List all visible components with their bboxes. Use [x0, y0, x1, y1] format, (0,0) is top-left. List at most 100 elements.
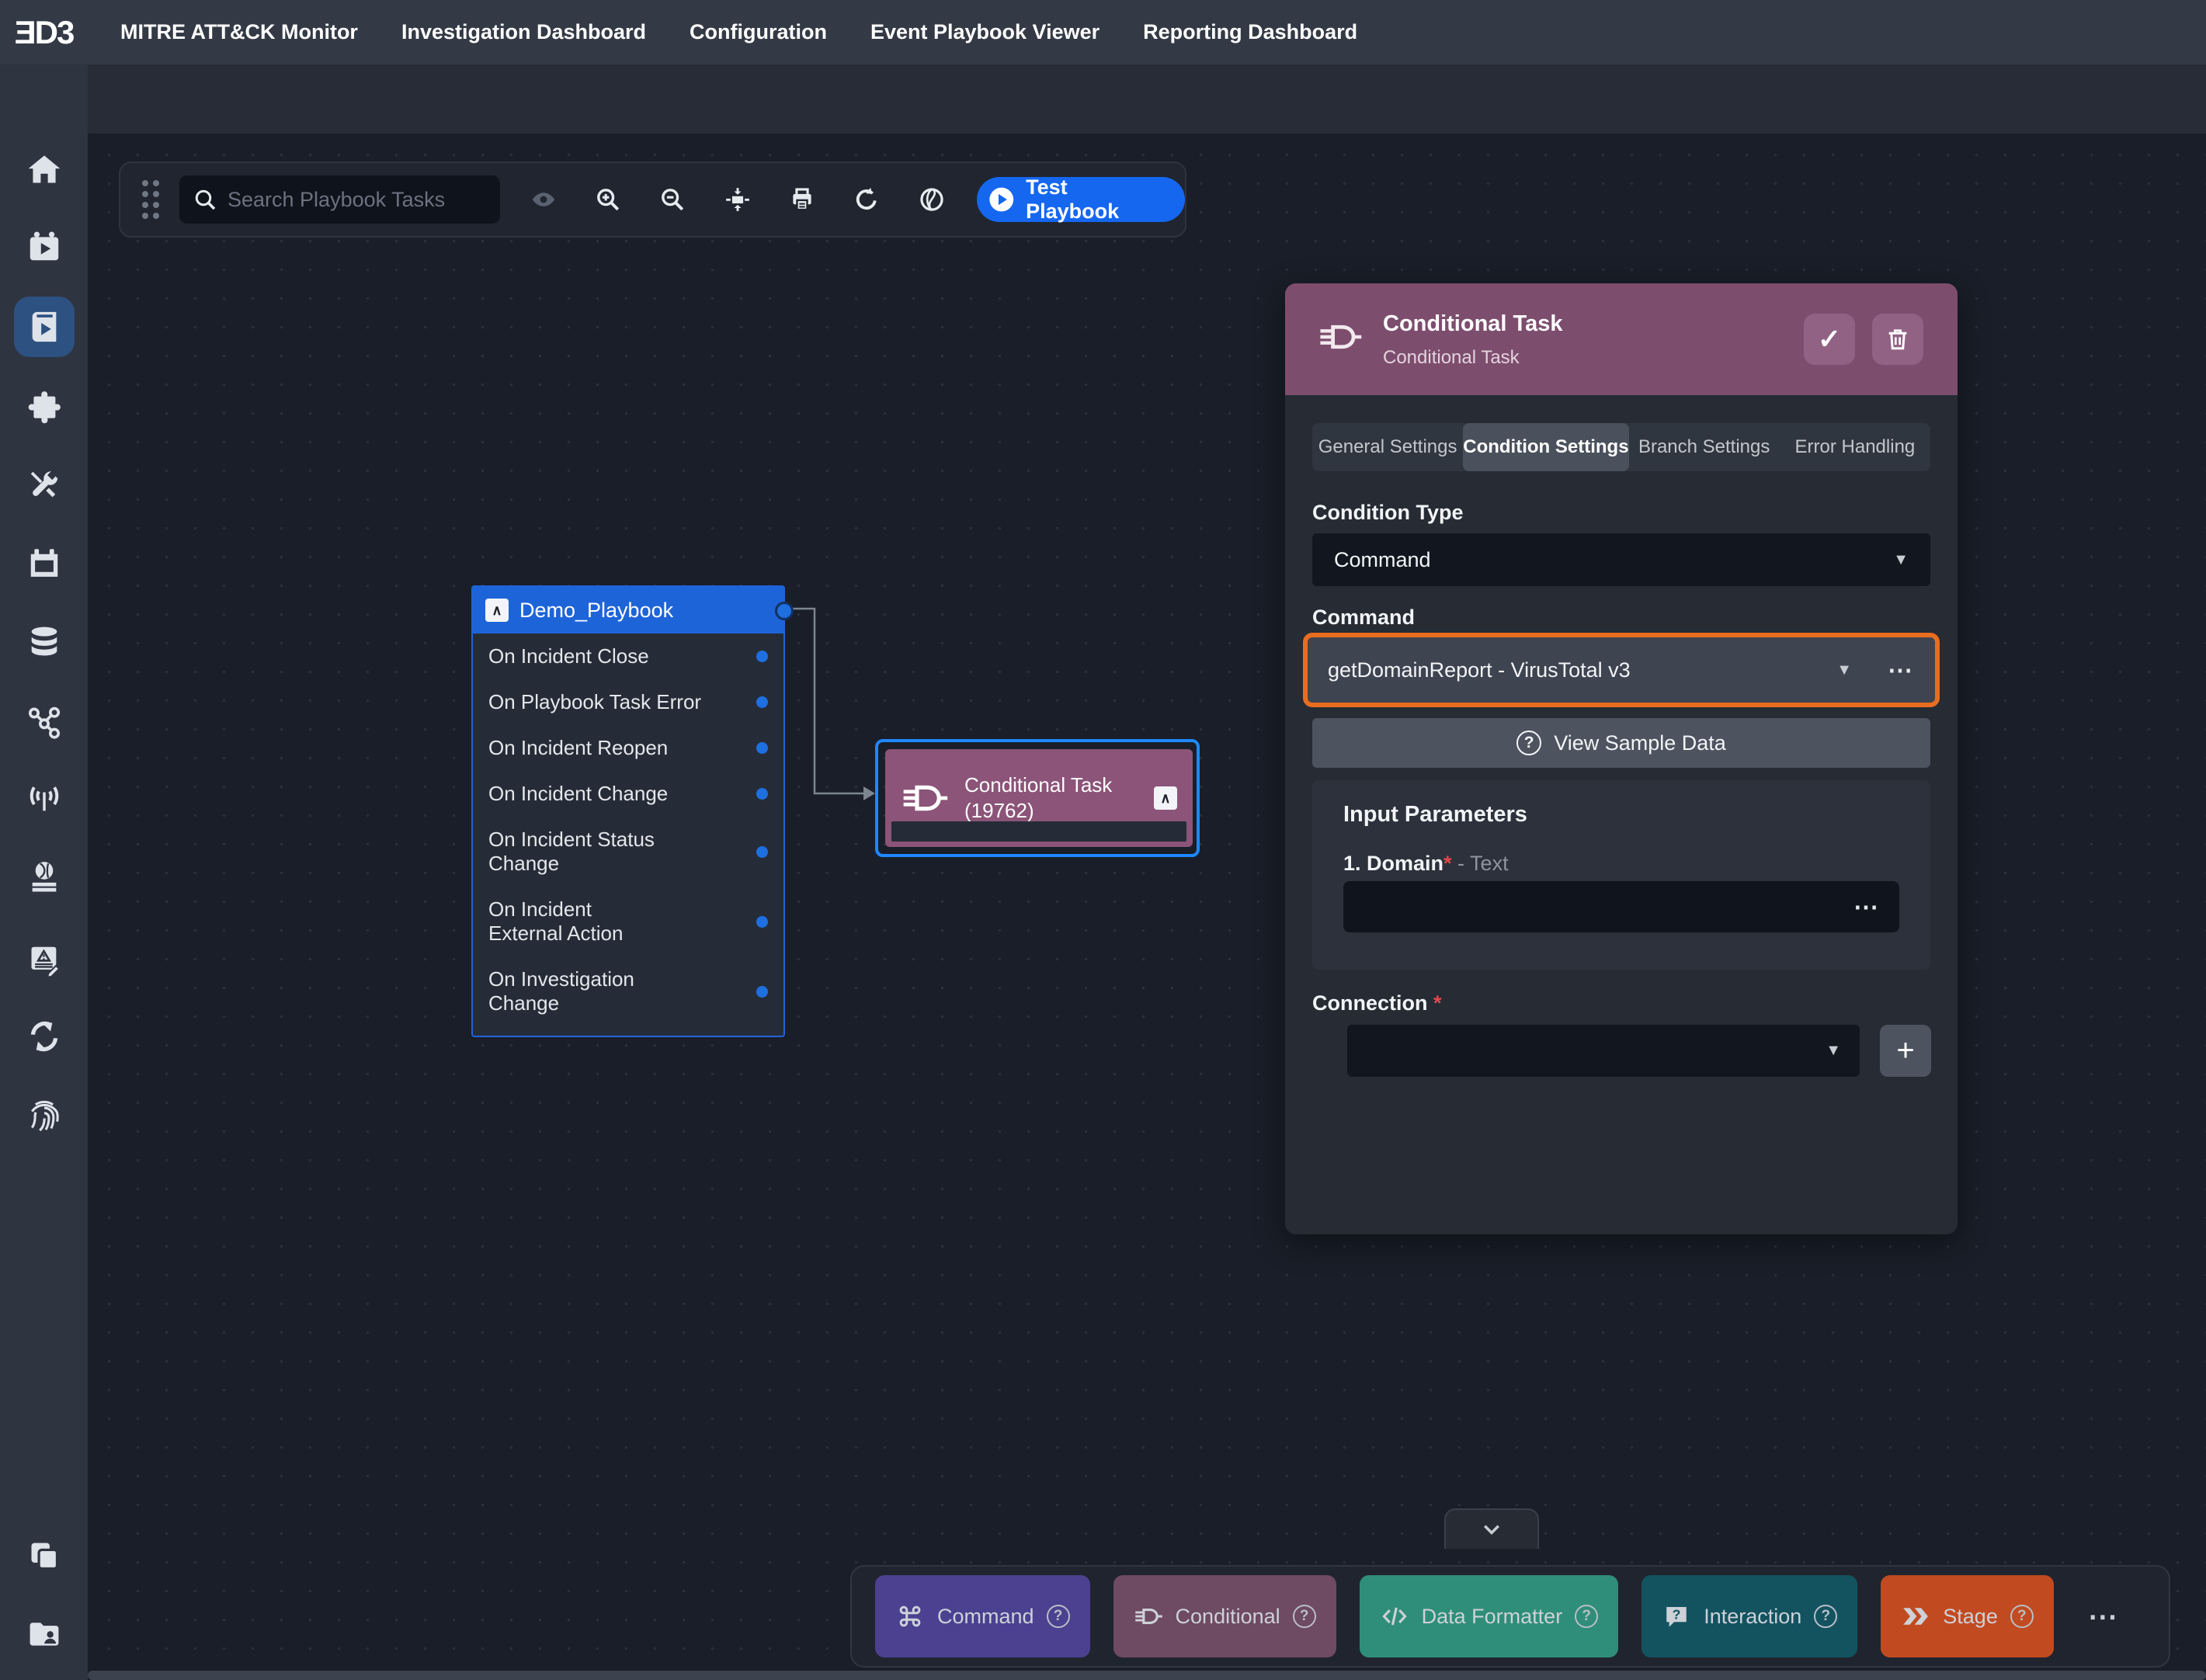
add-data-formatter-task-button[interactable]: Data Formatter ? [1360, 1575, 1619, 1657]
command-more-options-icon[interactable]: ⋯ [1888, 655, 1915, 685]
logic-gate-icon [901, 781, 949, 815]
output-port[interactable] [775, 602, 794, 620]
trigger-row-incident-reopen[interactable]: On Incident Reopen [473, 725, 783, 771]
fit-view-icon[interactable] [716, 178, 759, 221]
globe-icon[interactable] [910, 178, 953, 221]
command-label: Command [937, 1605, 1034, 1629]
playbook-node-header[interactable]: ∧ Demo_Playbook [473, 587, 783, 633]
view-sample-data-button[interactable]: ? View Sample Data [1312, 718, 1930, 768]
trigger-port[interactable] [756, 742, 768, 754]
required-asterisk: * [1433, 991, 1442, 1015]
data-formatter-label: Data Formatter [1422, 1605, 1563, 1629]
print-icon[interactable] [780, 178, 823, 221]
add-command-task-button[interactable]: Command ? [875, 1575, 1090, 1657]
form-edit-icon[interactable] [26, 942, 62, 978]
help-icon[interactable]: ? [1575, 1605, 1598, 1628]
panel-header: Conditional Task Conditional Task ✓ [1285, 283, 1958, 395]
fingerprint-icon[interactable] [26, 1098, 62, 1133]
trigger-port[interactable] [756, 846, 768, 858]
trigger-port[interactable] [756, 986, 768, 998]
conditional-task-node[interactable]: Conditional Task (19762) ∧ [885, 749, 1193, 847]
condition-type-select[interactable]: Command ▼ [1312, 533, 1930, 586]
connection-select[interactable]: ▼ [1347, 1025, 1860, 1077]
add-connection-button[interactable]: + [1880, 1025, 1931, 1077]
nav-item-investigation-dashboard[interactable]: Investigation Dashboard [401, 20, 646, 44]
delete-task-button[interactable] [1872, 314, 1923, 365]
horizontal-scrollbar[interactable] [88, 1671, 2206, 1680]
antenna-icon[interactable] [26, 781, 62, 817]
interaction-label: Interaction [1704, 1605, 1801, 1629]
conditional-label: Conditional [1176, 1605, 1280, 1629]
add-conditional-task-button[interactable]: Conditional ? [1113, 1575, 1336, 1657]
eye-icon[interactable] [522, 178, 565, 221]
add-stage-task-button[interactable]: Stage ? [1881, 1575, 2054, 1657]
search-playbook-tasks-input[interactable] [228, 188, 502, 212]
param-more-options-icon[interactable]: ⋯ [1853, 892, 1881, 922]
tab-condition-settings[interactable]: Condition Settings [1463, 423, 1628, 471]
d3-logo[interactable]: ƎD3 [0, 14, 88, 51]
globe-lines-icon[interactable] [26, 860, 62, 896]
param-name: 1. Domain [1343, 852, 1443, 875]
calendar-icon[interactable] [26, 546, 62, 581]
calendar-play-icon[interactable] [26, 229, 62, 265]
logic-gate-icon [1134, 1603, 1163, 1630]
trigger-row-incident-change[interactable]: On Incident Change [473, 771, 783, 817]
nav-item-event-playbook-viewer[interactable]: Event Playbook Viewer [870, 20, 1100, 44]
drag-handle-icon[interactable] [142, 180, 159, 219]
home-icon[interactable] [26, 152, 62, 188]
logic-gate-icon [1318, 321, 1363, 353]
more-tasks-icon[interactable]: ⋯ [2088, 1599, 2121, 1634]
zoom-out-icon[interactable] [651, 178, 694, 221]
tools-icon[interactable] [26, 467, 62, 503]
add-interaction-task-button[interactable]: Interaction ? [1641, 1575, 1857, 1657]
zoom-in-icon[interactable] [586, 178, 629, 221]
trigger-label: On Playbook Task Error [488, 690, 721, 714]
parameter-domain-label: 1. Domain* - Text [1343, 852, 1509, 876]
nav-menu: MITRE ATT&CK Monitor Investigation Dashb… [120, 20, 1357, 44]
copy-icon[interactable] [26, 1538, 62, 1574]
test-playbook-button[interactable]: Test Playbook [977, 177, 1185, 222]
required-asterisk: * [1443, 852, 1452, 875]
database-icon[interactable] [26, 624, 62, 660]
network-nodes-icon[interactable] [26, 704, 62, 740]
collapse-node-icon[interactable]: ∧ [485, 599, 509, 622]
trigger-row-incident-external-action[interactable]: On Incident External Action [473, 887, 783, 956]
domain-input[interactable]: ⋯ [1343, 881, 1899, 932]
toolbar-collapse-button[interactable] [1444, 1508, 1539, 1549]
folder-user-icon[interactable] [26, 1616, 62, 1652]
nav-item-configuration[interactable]: Configuration [690, 20, 827, 44]
tab-general-settings[interactable]: General Settings [1312, 423, 1463, 471]
trigger-row-incident-close[interactable]: On Incident Close [473, 633, 783, 679]
conditional-node-title: Conditional Task (19762) [964, 772, 1138, 824]
trigger-row-investigation-change[interactable]: On Investigation Change [473, 956, 783, 1036]
playbook-node-title: Demo_Playbook [519, 599, 673, 623]
playbook-book-icon[interactable] [26, 309, 62, 345]
tab-branch-settings[interactable]: Branch Settings [1629, 423, 1780, 471]
refresh-icon[interactable] [846, 178, 888, 221]
trigger-port[interactable] [756, 651, 768, 662]
playbook-trigger-node[interactable]: ∧ Demo_Playbook On Incident Close On Pla… [471, 585, 785, 1037]
double-chevron-icon [1901, 1603, 1930, 1630]
nav-item-mitre-attack-monitor[interactable]: MITRE ATT&CK Monitor [120, 20, 358, 44]
tab-error-handling[interactable]: Error Handling [1780, 423, 1930, 471]
command-select-highlighted[interactable]: getDomainReport - VirusTotal v3 ▼ ⋯ [1303, 633, 1940, 707]
conditional-task-node-selection: Conditional Task (19762) ∧ [875, 739, 1200, 857]
trigger-port[interactable] [756, 696, 768, 708]
sync-arrows-icon[interactable] [26, 1019, 62, 1054]
help-icon[interactable]: ? [2010, 1605, 2034, 1628]
chevron-down-icon [1480, 1518, 1503, 1541]
trigger-row-playbook-task-error[interactable]: On Playbook Task Error [473, 679, 783, 725]
search-box[interactable] [179, 175, 500, 224]
nav-item-reporting-dashboard[interactable]: Reporting Dashboard [1143, 20, 1357, 44]
trigger-port[interactable] [756, 916, 768, 928]
trash-icon [1885, 327, 1910, 352]
help-icon[interactable]: ? [1814, 1605, 1837, 1628]
trigger-row-incident-status-change[interactable]: On Incident Status Change [473, 817, 783, 887]
collapse-node-icon[interactable]: ∧ [1154, 786, 1177, 810]
confirm-button[interactable]: ✓ [1804, 314, 1855, 365]
trigger-port[interactable] [756, 788, 768, 800]
command-value: getDomainReport - VirusTotal v3 [1328, 658, 1836, 682]
puzzle-icon[interactable] [26, 389, 62, 425]
help-icon[interactable]: ? [1293, 1605, 1316, 1628]
help-icon[interactable]: ? [1047, 1605, 1070, 1628]
